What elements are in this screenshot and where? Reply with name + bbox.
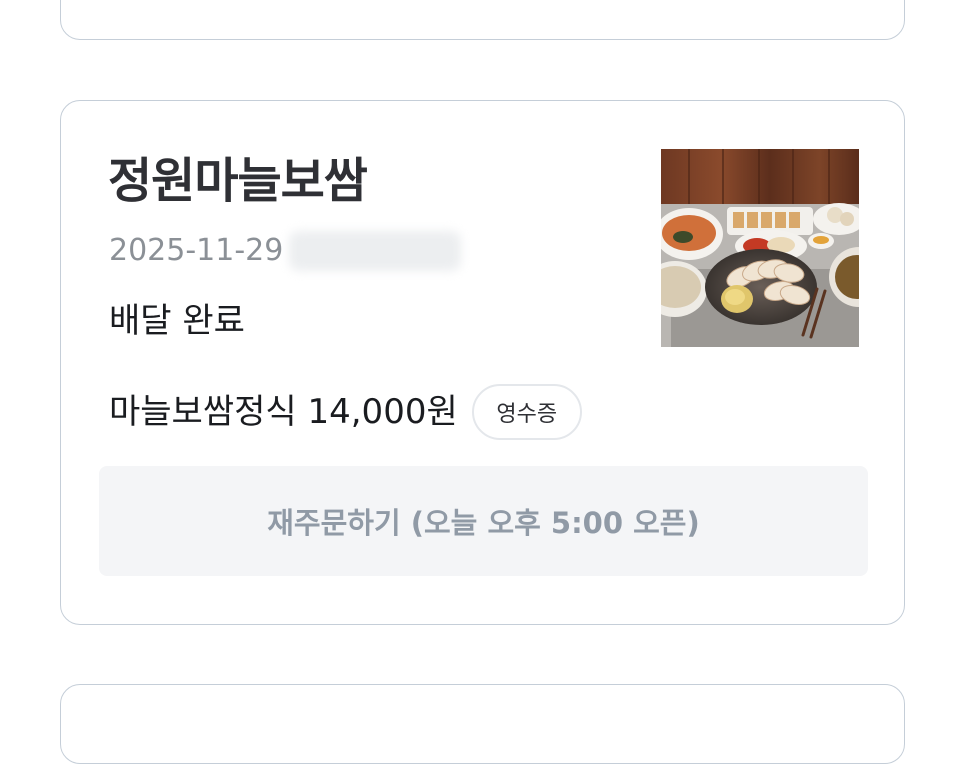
receipt-button[interactable]: 영수증	[471, 384, 582, 440]
reorder-button[interactable]: 재주문하기 (오늘 오후 5:00 오픈)	[99, 466, 868, 576]
order-status: 배달 완료	[109, 301, 245, 341]
menu-row: 마늘보쌈정식 14,000원 영수증	[109, 383, 582, 441]
blurred-order-time	[289, 231, 462, 271]
order-date-row: 2025-11-29	[109, 231, 462, 271]
next-order-card[interactable]	[60, 684, 905, 764]
food-photo-svg	[661, 149, 859, 347]
order-card[interactable]: 정원마늘보쌈 2025-11-29 배달 완료 마늘보쌈정식 14,000원 영…	[60, 100, 905, 625]
previous-order-card[interactable]	[60, 0, 905, 40]
menu-summary: 마늘보쌈정식 14,000원	[109, 392, 458, 432]
food-photo-image[interactable]	[661, 149, 859, 347]
order-date: 2025-11-29	[109, 233, 284, 268]
store-name[interactable]: 정원마늘보쌈	[108, 149, 368, 213]
